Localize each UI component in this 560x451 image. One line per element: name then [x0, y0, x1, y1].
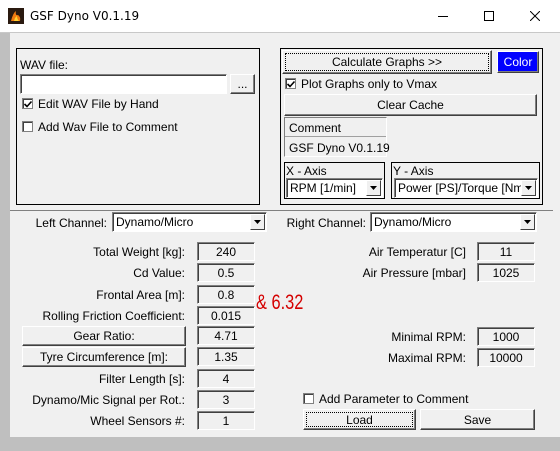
signal-per-rot-label: Dynamo/Mic Signal per Rot.: [32, 393, 185, 407]
maximize-button[interactable] [466, 0, 512, 32]
total-weight-label: Total Weight [kg]: [93, 245, 185, 259]
comment-divider [285, 136, 386, 137]
max-rpm-label: Maximal RPM: [387, 351, 466, 365]
left-channel-value: Dynamo/Micro [116, 215, 194, 229]
y-axis-group: Y - Axis Power [PS]/Torque [Nm] [391, 162, 540, 199]
chevron-down-icon[interactable] [521, 180, 536, 196]
add-wav-comment-label: Add Wav File to Comment [38, 120, 178, 134]
filter-length-field[interactable]: 4 [197, 369, 255, 388]
wav-path-input[interactable] [20, 74, 227, 94]
right-channel-label: Right Channel: [286, 216, 366, 230]
air-pressure-field[interactable]: 1025 [477, 263, 535, 282]
tyre-circumference-button[interactable]: Tyre Circumference [m]: [22, 347, 186, 367]
min-rpm-label: Minimal RPM: [391, 330, 466, 344]
min-rpm-field[interactable]: 1000 [477, 327, 535, 346]
add-param-comment-checkbox[interactable] [303, 393, 314, 404]
browse-button[interactable]: ... [230, 74, 255, 94]
filter-length-label: Filter Length [s]: [98, 372, 185, 386]
graph-panel: Calculate Graphs >> Color Plot Graphs on… [280, 48, 543, 205]
y-axis-value: Power [PS]/Torque [Nm] [398, 181, 527, 195]
window-title: GSF Dyno V0.1.19 [30, 9, 140, 23]
right-channel-value: Dynamo/Micro [374, 215, 452, 229]
wav-file-label: WAV file: [20, 58, 69, 72]
total-weight-field[interactable]: 240 [197, 242, 255, 261]
chevron-down-icon[interactable] [250, 214, 265, 230]
gear-ratio-field[interactable]: 4.71 [197, 326, 255, 345]
load-button[interactable]: Load [303, 409, 416, 430]
rolling-friction-label: Rolling Friction Coefficient: [42, 309, 185, 323]
maximize-icon [484, 11, 494, 21]
wheel-sensors-field[interactable]: 1 [197, 411, 255, 430]
close-button[interactable] [512, 0, 558, 32]
add-param-comment-label: Add Parameter to Comment [319, 392, 469, 406]
frontal-area-label: Frontal Area [m]: [96, 288, 185, 302]
signal-per-rot-field[interactable]: 3 [197, 390, 255, 409]
close-icon [530, 11, 540, 21]
clear-cache-button[interactable]: Clear Cache [284, 94, 537, 116]
gear-ratio-annotation: & 6.32 [256, 291, 304, 314]
x-axis-group: X - Axis RPM [1/min] [284, 162, 385, 199]
x-axis-label: X - Axis [286, 164, 327, 178]
plot-vmax-checkbox[interactable] [285, 78, 296, 89]
checkmark-icon [286, 80, 296, 88]
wav-panel: WAV file: ... Edit WAV File by Hand Add … [16, 48, 260, 205]
left-channel-select[interactable]: Dynamo/Micro [112, 212, 267, 232]
window-edge-left [0, 33, 10, 451]
app-logo-icon [8, 8, 24, 24]
comment-value[interactable]: GSF Dyno V0.1.19 [289, 141, 390, 155]
air-temperature-field[interactable]: 11 [477, 242, 535, 261]
cd-value-label: Cd Value: [133, 266, 185, 280]
chevron-down-icon[interactable] [366, 180, 381, 196]
minimize-icon [438, 16, 448, 17]
gear-ratio-button[interactable]: Gear Ratio: [22, 326, 186, 346]
frontal-area-field[interactable]: 0.8 [197, 285, 255, 304]
cd-value-field[interactable]: 0.5 [197, 263, 255, 282]
add-wav-comment-checkbox[interactable] [22, 121, 33, 132]
y-axis-label: Y - Axis [393, 164, 434, 178]
air-temperature-label: Air Temperatur [C] [368, 245, 466, 259]
rolling-friction-field[interactable]: 0.015 [197, 306, 255, 325]
save-button[interactable]: Save [420, 409, 535, 430]
x-axis-value: RPM [1/min] [290, 181, 357, 195]
color-button[interactable]: Color [497, 51, 539, 73]
air-pressure-label: Air Pressure [mbar] [362, 266, 466, 280]
minimize-button[interactable] [420, 0, 466, 32]
right-channel-select[interactable]: Dynamo/Micro [370, 212, 537, 232]
comment-label: Comment [289, 121, 342, 135]
title-bar[interactable]: GSF Dyno V0.1.19 [0, 0, 560, 33]
calculate-graphs-button[interactable]: Calculate Graphs >> [282, 50, 492, 74]
checkmark-icon [23, 100, 33, 108]
chevron-down-icon[interactable] [520, 214, 535, 230]
y-axis-select[interactable]: Power [PS]/Torque [Nm] [394, 178, 538, 198]
max-rpm-field[interactable]: 10000 [477, 348, 535, 367]
edit-wav-label: Edit WAV File by Hand [38, 97, 159, 111]
tyre-circumference-field[interactable]: 1.35 [197, 347, 255, 366]
edit-wav-checkbox[interactable] [22, 98, 33, 109]
left-channel-label: Left Channel: [35, 216, 107, 230]
x-axis-select[interactable]: RPM [1/min] [286, 178, 383, 198]
plot-vmax-label: Plot Graphs only to Vmax [301, 77, 438, 91]
window-edge-bottom [0, 437, 560, 451]
wheel-sensors-label: Wheel Sensors #: [90, 414, 185, 428]
